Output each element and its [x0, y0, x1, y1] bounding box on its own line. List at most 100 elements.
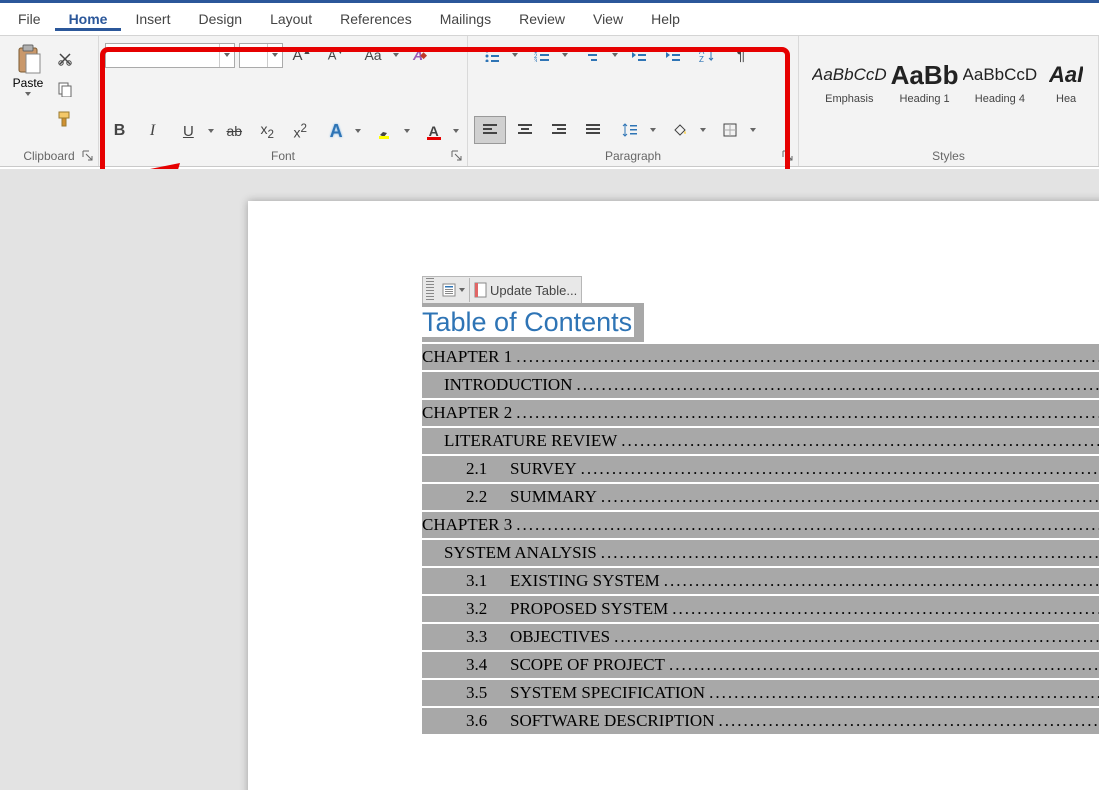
chevron-down-icon[interactable]: [219, 44, 234, 67]
toc-entry[interactable]: CHAPTER 1: [422, 344, 1099, 370]
shrink-font-button[interactable]: A▼: [321, 42, 351, 68]
shrink-font-icon: A▼: [328, 47, 345, 62]
align-right-button[interactable]: [544, 117, 574, 143]
superscript-button[interactable]: x2: [286, 118, 315, 144]
multilevel-list-button[interactable]: [574, 42, 620, 68]
paragraph-group: 123 AZ ¶ Paragraph: [468, 36, 799, 166]
bold-button[interactable]: B: [105, 118, 134, 144]
justify-icon: [586, 124, 600, 136]
borders-button[interactable]: [712, 117, 758, 143]
menu-tab-insert[interactable]: Insert: [121, 7, 184, 31]
toc-entry[interactable]: 2.2SUMMARY: [422, 484, 1099, 510]
menu-tab-file[interactable]: File: [4, 7, 55, 31]
toc-entry[interactable]: LITERATURE REVIEW: [422, 428, 1099, 454]
format-painter-button[interactable]: [52, 106, 78, 132]
style-hea[interactable]: AaIHea: [1040, 48, 1092, 114]
scissors-icon: [57, 51, 73, 67]
font-name-combo[interactable]: [105, 43, 235, 68]
menu-tab-help[interactable]: Help: [637, 7, 694, 31]
toc-title: Table of Contents: [422, 307, 634, 337]
menu-tab-references[interactable]: References: [326, 7, 426, 31]
style-heading-1[interactable]: AaBbHeading 1: [890, 48, 960, 114]
menu-tab-layout[interactable]: Layout: [256, 7, 326, 31]
align-center-button[interactable]: [510, 117, 540, 143]
styles-gallery: AaBbCcDEmphasisAaBbHeading 1AaBbCcDHeadi…: [805, 42, 1092, 120]
dialog-launcher-icon[interactable]: [782, 150, 794, 162]
chevron-down-icon[interactable]: [267, 44, 282, 67]
toc-entry[interactable]: 3.3OBJECTIVES: [422, 624, 1099, 650]
menu-tab-home[interactable]: Home: [55, 7, 122, 31]
toc-entry[interactable]: 3.1EXISTING SYSTEM: [422, 568, 1099, 594]
style-emphasis[interactable]: AaBbCcDEmphasis: [811, 48, 888, 114]
numbering-button[interactable]: 123: [524, 42, 570, 68]
svg-text:Z: Z: [699, 55, 704, 63]
pilcrow-icon: ¶: [736, 45, 745, 65]
toc-menu-button[interactable]: [437, 278, 469, 302]
clipboard-paste-icon: [13, 42, 43, 76]
styles-group: AaBbCcDEmphasisAaBbHeading 1AaBbCcDHeadi…: [799, 36, 1099, 166]
font-group: A▲ A▼ Aa A◆ B I U ab x2 x2 A A Font: [99, 36, 468, 166]
style-heading-4[interactable]: AaBbCcDHeading 4: [962, 48, 1039, 114]
menu-bar: FileHomeInsertDesignLayoutReferencesMail…: [0, 3, 1099, 36]
text-effects-button[interactable]: A: [319, 118, 364, 144]
copy-icon: [57, 81, 73, 97]
menu-tab-view[interactable]: View: [579, 7, 637, 31]
change-case-button[interactable]: Aa: [355, 42, 401, 68]
dialog-launcher-icon[interactable]: [451, 150, 463, 162]
strikethrough-button[interactable]: ab: [220, 118, 249, 144]
underline-button[interactable]: U: [171, 118, 216, 144]
chevron-down-icon: [459, 288, 465, 292]
line-spacing-button[interactable]: [612, 117, 658, 143]
menu-tab-review[interactable]: Review: [505, 7, 579, 31]
change-case-icon: Aa: [364, 47, 381, 63]
menu-tab-design[interactable]: Design: [184, 7, 256, 31]
bullets-button[interactable]: [474, 42, 520, 68]
font-size-combo[interactable]: [239, 43, 283, 68]
toc-block[interactable]: Table of Contents CHAPTER 1INTRODUCTIONC…: [422, 303, 1099, 734]
font-color-icon: A: [427, 123, 441, 140]
subscript-button[interactable]: x2: [253, 118, 282, 144]
drag-handle-icon[interactable]: [426, 278, 434, 302]
copy-button[interactable]: [52, 76, 78, 102]
toc-entry[interactable]: SYSTEM ANALYSIS: [422, 540, 1099, 566]
toc-entry[interactable]: 3.6SOFTWARE DESCRIPTION: [422, 708, 1099, 734]
bullets-icon: [484, 48, 500, 62]
toc-icon: [441, 282, 457, 298]
toc-entry[interactable]: 3.2PROPOSED SYSTEM: [422, 596, 1099, 622]
group-label: Paragraph: [468, 149, 798, 163]
paste-button[interactable]: Paste: [6, 42, 50, 132]
underline-icon: U: [183, 123, 194, 140]
update-table-button[interactable]: Update Table...: [469, 278, 581, 302]
multilevel-icon: [584, 48, 600, 62]
svg-text:3: 3: [534, 59, 538, 62]
align-left-button[interactable]: [474, 116, 506, 144]
chevron-down-icon: [25, 92, 31, 96]
align-right-icon: [552, 124, 566, 136]
sort-button[interactable]: AZ: [692, 42, 722, 68]
toc-entry[interactable]: 3.4SCOPE OF PROJECT: [422, 652, 1099, 678]
toc-entry[interactable]: INTRODUCTION: [422, 372, 1099, 398]
highlight-button[interactable]: [367, 118, 412, 144]
italic-button[interactable]: I: [138, 118, 167, 144]
paint-bucket-icon: [672, 122, 688, 138]
toc-entry[interactable]: 3.5SYSTEM SPECIFICATION: [422, 680, 1099, 706]
grow-font-button[interactable]: A▲: [287, 42, 317, 68]
decrease-indent-button[interactable]: [624, 42, 654, 68]
increase-indent-button[interactable]: [658, 42, 688, 68]
align-center-icon: [518, 124, 532, 136]
font-color-button[interactable]: A: [416, 118, 461, 144]
toc-entry[interactable]: CHAPTER 2: [422, 400, 1099, 426]
align-left-icon: [483, 124, 497, 136]
document-page[interactable]: Update Table... Table of Contents CHAPTE…: [248, 201, 1099, 790]
toc-entry[interactable]: CHAPTER 3: [422, 512, 1099, 538]
cut-button[interactable]: [52, 46, 78, 72]
toc-entry[interactable]: 2.1SURVEY: [422, 456, 1099, 482]
outdent-icon: [631, 48, 647, 62]
dialog-launcher-icon[interactable]: [82, 150, 94, 162]
clear-formatting-button[interactable]: A◆: [405, 42, 435, 68]
justify-button[interactable]: [578, 117, 608, 143]
show-marks-button[interactable]: ¶: [726, 42, 756, 68]
menu-tab-mailings[interactable]: Mailings: [426, 7, 505, 31]
shading-button[interactable]: [662, 117, 708, 143]
indent-icon: [665, 48, 681, 62]
